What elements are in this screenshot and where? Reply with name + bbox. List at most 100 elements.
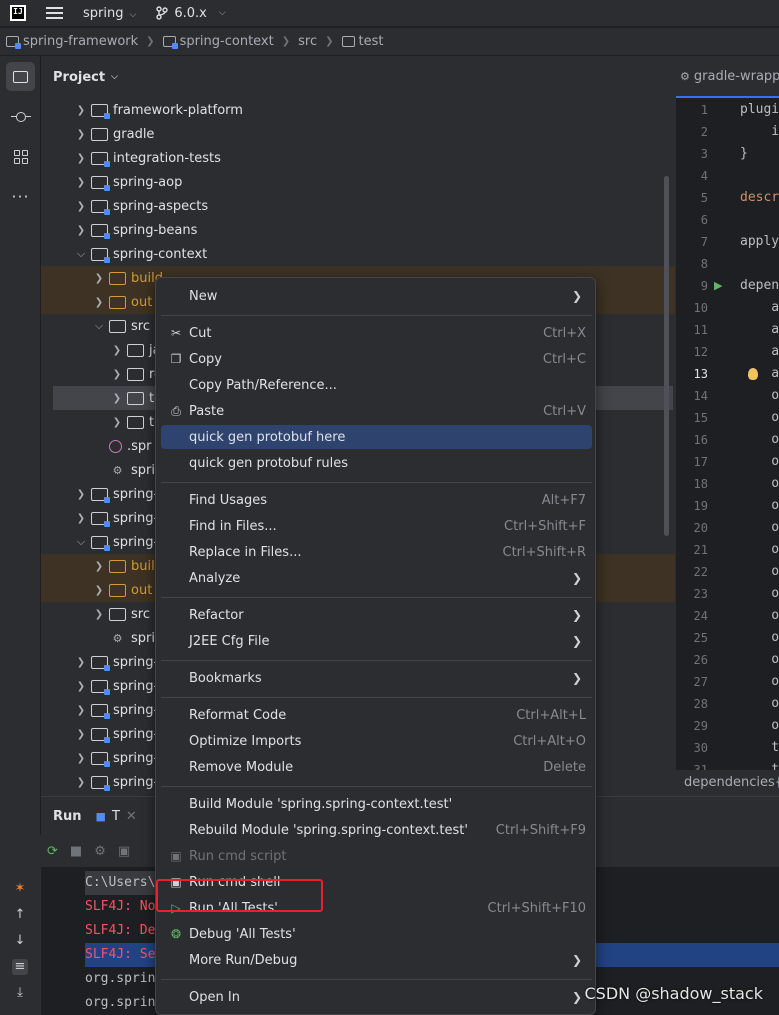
down-arrow-icon[interactable]: ↓ bbox=[12, 933, 28, 949]
tree-row[interactable]: ❯ spring-aop bbox=[41, 170, 675, 194]
code-line[interactable]: o bbox=[740, 693, 779, 715]
menu-item-cut[interactable]: ✂ Cut Ctrl+X bbox=[161, 321, 592, 345]
chevron-right-icon[interactable]: ❯ bbox=[73, 753, 89, 764]
lightbulb-icon[interactable] bbox=[748, 368, 758, 380]
editor-breadcrumb[interactable]: dependencies{} bbox=[676, 770, 779, 796]
breadcrumb-item[interactable]: test bbox=[341, 34, 383, 49]
menu-item-remove-module[interactable]: Remove Module Delete bbox=[161, 755, 592, 779]
chevron-right-icon[interactable]: ❯ bbox=[73, 153, 89, 164]
code-line[interactable]: o bbox=[740, 517, 779, 539]
breadcrumb-item[interactable]: spring-framework bbox=[6, 34, 138, 49]
code-line[interactable]: } bbox=[740, 143, 748, 165]
menu-item-build-module-spring-spring-context-test[interactable]: Build Module 'spring.spring-context.test… bbox=[161, 792, 592, 816]
more-icon[interactable]: ··· bbox=[6, 182, 35, 211]
code-line[interactable]: a bbox=[740, 297, 779, 319]
code-line[interactable]: o bbox=[740, 473, 779, 495]
menu-item-bookmarks[interactable]: Bookmarks ❯ bbox=[161, 666, 592, 690]
commit-icon[interactable] bbox=[6, 102, 35, 131]
menu-item-new[interactable]: New ❯ bbox=[161, 284, 592, 308]
menu-item-quick-gen-protobuf-here[interactable]: quick gen protobuf here bbox=[161, 425, 592, 449]
chevron-right-icon[interactable]: ❯ bbox=[109, 417, 125, 428]
run-gutter-icon[interactable]: ▶ bbox=[714, 279, 722, 292]
tree-row[interactable]: ❯ integration-tests bbox=[41, 146, 675, 170]
chevron-right-icon[interactable]: ❯ bbox=[109, 393, 125, 404]
code-line[interactable]: apply bbox=[740, 231, 779, 253]
structure-icon[interactable] bbox=[6, 142, 35, 171]
code-line[interactable]: o bbox=[740, 583, 779, 605]
main-menu-icon[interactable] bbox=[46, 7, 63, 19]
tools-icon[interactable]: ✶ bbox=[12, 881, 28, 897]
code-line[interactable]: a bbox=[740, 363, 779, 385]
rerun-icon[interactable]: ⟳ bbox=[47, 844, 58, 859]
code-line[interactable]: o bbox=[740, 385, 779, 407]
menu-item-run-all-tests[interactable]: ▷ Run 'All Tests' Ctrl+Shift+F10 bbox=[161, 896, 592, 920]
tree-row[interactable]: ⌵ spring-context bbox=[41, 242, 675, 266]
menu-item-open-in[interactable]: Open In ❯ bbox=[161, 985, 592, 1009]
code-line[interactable]: o bbox=[740, 429, 779, 451]
menu-item-replace-in-files[interactable]: Replace in Files... Ctrl+Shift+R bbox=[161, 540, 592, 564]
chevron-right-icon[interactable]: ❯ bbox=[91, 609, 107, 620]
chevron-down-icon[interactable]: ⌵ bbox=[91, 319, 107, 333]
menu-item-analyze[interactable]: Analyze ❯ bbox=[161, 566, 592, 590]
chevron-right-icon[interactable]: ❯ bbox=[91, 561, 107, 572]
menu-item-quick-gen-protobuf-rules[interactable]: quick gen protobuf rules bbox=[161, 451, 592, 475]
tree-row[interactable]: ❯ spring-aspects bbox=[41, 194, 675, 218]
code-line[interactable]: o bbox=[740, 715, 779, 737]
project-selector[interactable]: spring ⌵ bbox=[83, 6, 136, 21]
project-icon[interactable] bbox=[6, 62, 35, 91]
menu-item-refactor[interactable]: Refactor ❯ bbox=[161, 603, 592, 627]
code-line[interactable]: i bbox=[740, 121, 779, 143]
tree-row[interactable]: ❯ gradle bbox=[41, 122, 675, 146]
up-arrow-icon[interactable]: ↑ bbox=[12, 907, 28, 923]
menu-item-copy-path-reference[interactable]: Copy Path/Reference... bbox=[161, 373, 592, 397]
menu-item-run-cmd-shell[interactable]: ▣ Run cmd shell bbox=[161, 870, 592, 894]
chevron-down-icon[interactable]: ⌵ bbox=[73, 535, 89, 549]
soft-wrap-icon[interactable]: ≡ bbox=[12, 959, 28, 975]
breadcrumb-item[interactable]: src bbox=[298, 34, 317, 49]
chevron-right-icon[interactable]: ❯ bbox=[73, 129, 89, 140]
menu-item-debug-all-tests[interactable]: ❂ Debug 'All Tests' bbox=[161, 922, 592, 946]
code-line[interactable]: o bbox=[740, 627, 779, 649]
tree-row[interactable]: ❯ framework-platform bbox=[41, 98, 675, 122]
code-line[interactable]: a bbox=[740, 341, 779, 363]
chevron-right-icon[interactable]: ❯ bbox=[73, 489, 89, 500]
code-line[interactable]: descr bbox=[740, 187, 779, 209]
chevron-right-icon[interactable]: ❯ bbox=[73, 777, 89, 788]
stop-icon[interactable]: ■ bbox=[70, 844, 82, 859]
code-line[interactable]: t bbox=[740, 737, 779, 759]
code-line[interactable]: a bbox=[740, 319, 779, 341]
code-line[interactable]: plugi bbox=[740, 99, 779, 121]
chevron-right-icon[interactable]: ❯ bbox=[73, 705, 89, 716]
code-line[interactable]: o bbox=[740, 649, 779, 671]
tree-row[interactable]: ❯ spring-beans bbox=[41, 218, 675, 242]
chevron-right-icon[interactable]: ❯ bbox=[73, 513, 89, 524]
menu-item-find-usages[interactable]: Find Usages Alt+F7 bbox=[161, 488, 592, 512]
code-line[interactable]: o bbox=[740, 451, 779, 473]
close-icon[interactable]: ✕ bbox=[126, 809, 137, 824]
chevron-right-icon[interactable]: ❯ bbox=[73, 657, 89, 668]
run-tab[interactable]: ■ T ✕ bbox=[96, 809, 137, 824]
chevron-right-icon[interactable]: ❯ bbox=[73, 681, 89, 692]
menu-item-more-run-debug[interactable]: More Run/Debug ❯ bbox=[161, 948, 592, 972]
scroll-to-end-icon[interactable]: ⤓ bbox=[12, 985, 28, 1001]
chevron-right-icon[interactable]: ❯ bbox=[91, 273, 107, 284]
breadcrumb-item[interactable]: spring-context bbox=[162, 34, 274, 49]
code-line[interactable]: o bbox=[740, 561, 779, 583]
chevron-right-icon[interactable]: ❯ bbox=[73, 105, 89, 116]
code-line[interactable]: o bbox=[740, 407, 779, 429]
chevron-right-icon[interactable]: ❯ bbox=[109, 369, 125, 380]
camera-icon[interactable]: ▣ bbox=[118, 844, 130, 859]
code-line[interactable]: o bbox=[740, 605, 779, 627]
menu-item-paste[interactable]: ⎙ Paste Ctrl+V bbox=[161, 399, 592, 423]
chevron-right-icon[interactable]: ❯ bbox=[91, 585, 107, 596]
code-line[interactable]: o bbox=[740, 539, 779, 561]
menu-item-rebuild-module-spring-spring-context-test[interactable]: Rebuild Module 'spring.spring-context.te… bbox=[161, 818, 592, 842]
menu-item-optimize-imports[interactable]: Optimize Imports Ctrl+Alt+O bbox=[161, 729, 592, 753]
code-line[interactable]: depen bbox=[740, 275, 779, 297]
vertical-scrollbar[interactable] bbox=[664, 176, 669, 536]
chevron-right-icon[interactable]: ❯ bbox=[109, 345, 125, 356]
chevron-right-icon[interactable]: ❯ bbox=[73, 177, 89, 188]
debug-icon[interactable]: ⚙ bbox=[94, 844, 106, 859]
chevron-down-icon[interactable]: ⌵ bbox=[73, 247, 89, 261]
code-line[interactable]: o bbox=[740, 671, 779, 693]
